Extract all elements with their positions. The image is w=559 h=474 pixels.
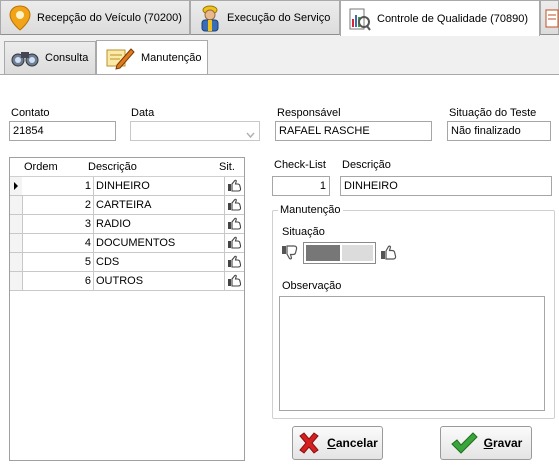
row-ordem: 4 [22, 234, 94, 252]
cancel-x-icon [297, 431, 321, 455]
checklist-label: Check-List [274, 159, 326, 171]
tab-controle-label: Controle de Qualidade (70890) [377, 12, 529, 25]
tab-consulta-label: Consulta [45, 52, 89, 64]
situacao-label: Situação [282, 226, 325, 238]
contato-field[interactable]: 21854 [9, 121, 116, 141]
thumbs-up-icon[interactable] [225, 234, 244, 252]
data-field[interactable] [130, 121, 260, 141]
table-row[interactable]: 4 DOCUMENTOS [10, 234, 244, 253]
col-descricao-header[interactable]: Descrição [88, 161, 137, 173]
tab-recepcao-label: Recepção do Veículo (70200) [37, 11, 182, 24]
toggle-knob[interactable] [306, 245, 340, 261]
responsavel-field[interactable]: RAFAEL RASCHE [275, 121, 432, 141]
table-row[interactable]: 2 CARTEIRA [10, 196, 244, 215]
col-ordem-header[interactable]: Ordem [24, 161, 58, 173]
col-sit-header[interactable]: Sit. [219, 161, 235, 173]
row-descricao: CDS [94, 253, 225, 271]
thumbs-up-icon[interactable] [225, 272, 244, 290]
cancelar-button[interactable]: Cancelar [292, 426, 383, 460]
map-pin-icon [9, 4, 31, 31]
thumbs-up-icon[interactable] [225, 253, 244, 271]
tab-recepcao-veiculo[interactable]: Recepção do Veículo (70200) [0, 0, 190, 35]
table-row[interactable]: 3 RADIO [10, 215, 244, 234]
situacao-teste-field[interactable]: Não finalizado [447, 121, 551, 141]
row-ordem: 1 [22, 177, 94, 195]
checklist-field[interactable]: 1 [272, 176, 330, 196]
document-icon [545, 7, 559, 29]
row-ordem: 2 [22, 196, 94, 214]
tab-consulta[interactable]: Consulta [4, 41, 96, 75]
contato-label: Contato [11, 107, 50, 119]
checklist-grid[interactable]: Ordem Descrição Sit. 1 DINHEIRO 2 CARTEIRA 3… [9, 157, 245, 461]
manutencao-group-title: Manutenção [278, 204, 343, 216]
thumbs-up-icon[interactable] [225, 196, 244, 214]
thumbs-up-icon[interactable] [225, 177, 244, 195]
quality-chart-icon [349, 6, 371, 32]
chevron-down-icon[interactable] [246, 127, 255, 140]
row-descricao: OUTROS [94, 272, 225, 290]
thumbs-up-icon[interactable] [225, 215, 244, 233]
row-ordem: 3 [22, 215, 94, 233]
observacao-textarea[interactable] [279, 296, 545, 411]
table-row[interactable]: 5 CDS [10, 253, 244, 272]
data-label: Data [131, 107, 155, 119]
thumbs-down-icon [281, 244, 299, 263]
grid-header: Ordem Descrição Sit. [10, 158, 244, 177]
row-descricao: CARTEIRA [94, 196, 225, 214]
thumbs-up-icon [380, 245, 398, 264]
row-descricao: DINHEIRO [94, 177, 225, 195]
mechanic-icon [199, 4, 221, 32]
binoculars-icon [11, 48, 39, 68]
row-descricao: DOCUMENTOS [94, 234, 225, 252]
checkmark-icon [450, 431, 478, 455]
tab-manutencao-label: Manutenção [141, 52, 202, 64]
descricao-field[interactable]: DINHEIRO [340, 176, 552, 196]
situacao-toggle[interactable] [303, 242, 376, 264]
tab-manutencao[interactable]: Manutenção [96, 40, 208, 75]
row-descricao: RADIO [94, 215, 225, 233]
row-ordem: 5 [22, 253, 94, 271]
gravar-label: Gravar [483, 436, 523, 450]
descricao-label: Descrição [342, 159, 391, 171]
toggle-track [342, 245, 373, 261]
table-row[interactable]: 1 DINHEIRO [10, 177, 244, 196]
responsavel-label: Responsável [277, 107, 341, 119]
tab-execucao-servico[interactable]: Execução do Serviço [190, 0, 340, 35]
pencil-icon [105, 45, 135, 71]
tab-execucao-label: Execução do Serviço [227, 11, 331, 24]
row-ordem: 6 [22, 272, 94, 290]
situacao-teste-label: Situação do Teste [449, 107, 537, 119]
cancelar-label: Cancelar [327, 436, 378, 450]
table-row[interactable]: 6 OUTROS [10, 272, 244, 291]
observacao-label: Observação [282, 280, 342, 292]
tab-controle-qualidade[interactable]: Controle de Qualidade (70890) [340, 0, 540, 36]
gravar-button[interactable]: Gravar [440, 426, 532, 460]
tab-overflow[interactable] [540, 0, 559, 35]
